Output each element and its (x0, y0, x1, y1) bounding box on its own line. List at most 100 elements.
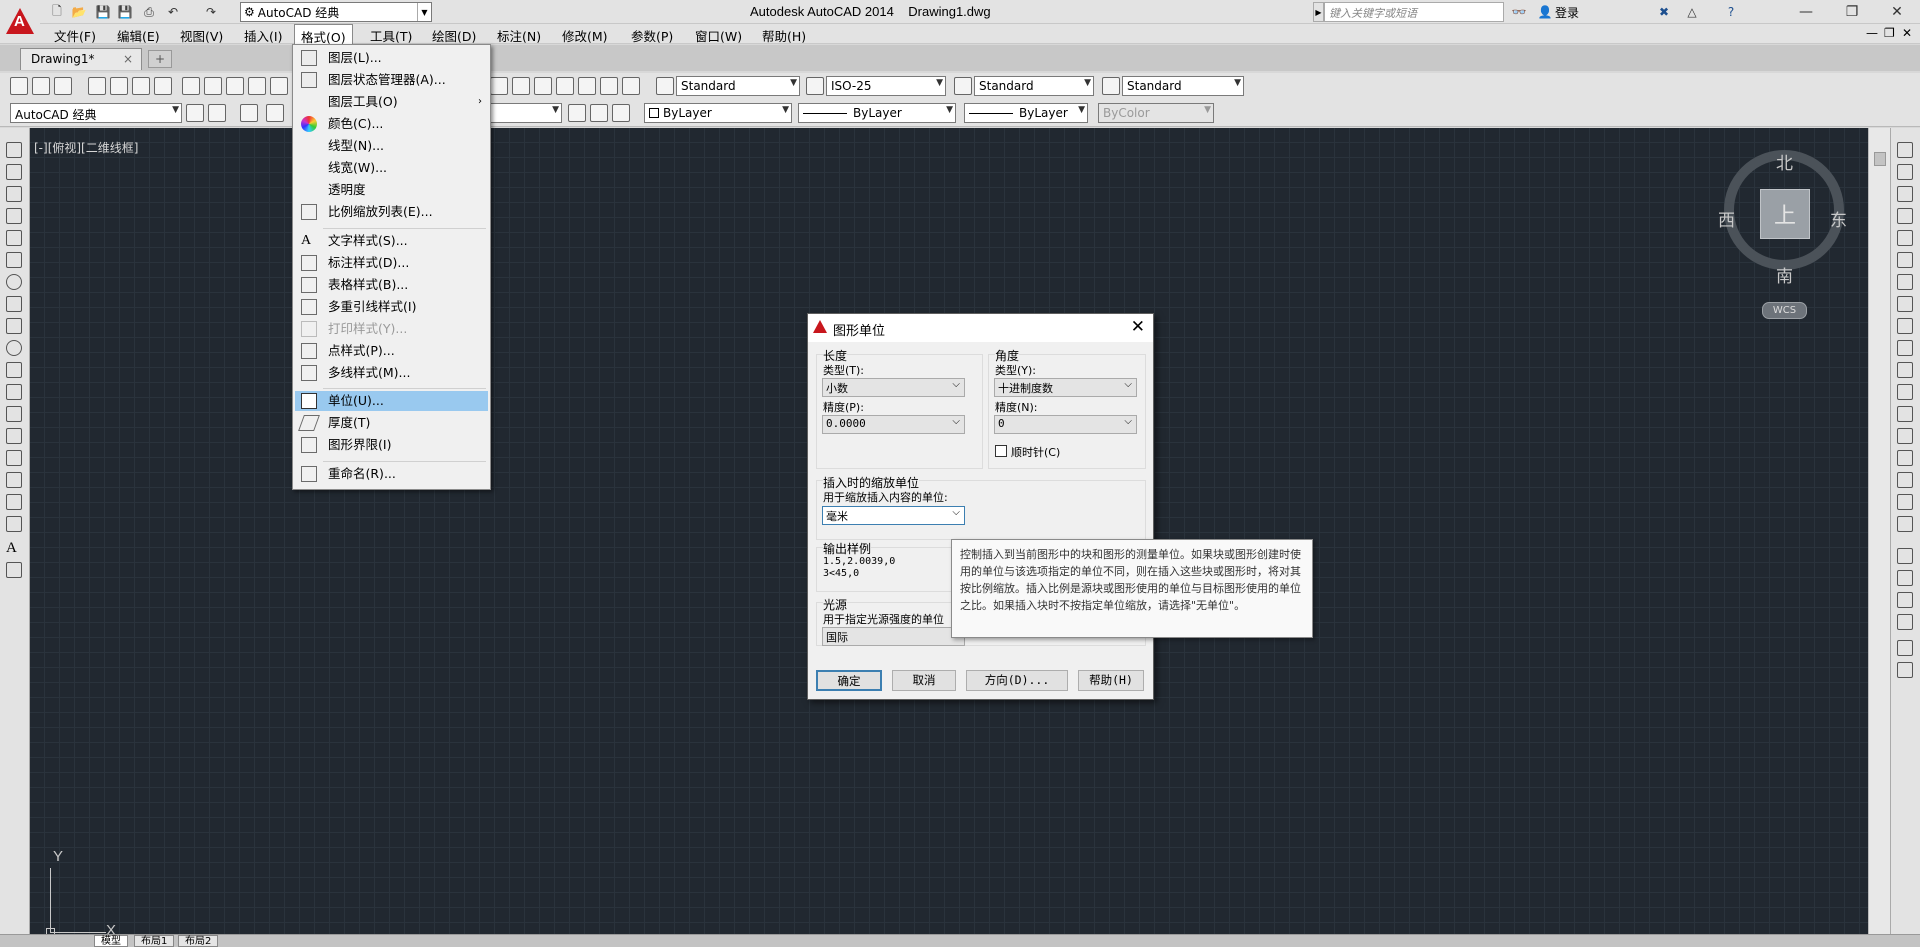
help-icon[interactable]: ? (1722, 3, 1740, 21)
circle-tool-icon[interactable] (6, 274, 22, 290)
copy-tool-icon[interactable] (1897, 164, 1913, 180)
array-tool-icon[interactable] (1897, 230, 1913, 246)
menu-item-table-style[interactable]: 表格样式(B)... (295, 275, 488, 295)
compass-north[interactable]: 北 (1776, 149, 1793, 174)
dim-style-select[interactable]: ISO-25 ▼ (826, 76, 946, 96)
angle-type-select[interactable]: 十进制度数 ⌵ (994, 378, 1137, 397)
arc-tool-icon[interactable] (6, 252, 22, 268)
viewcube-top-face[interactable]: 上 (1760, 189, 1810, 239)
send-under-icon[interactable] (1897, 614, 1913, 630)
break-at-point-icon[interactable] (1897, 384, 1913, 400)
hatch-tool-icon[interactable] (6, 450, 22, 466)
scale-tool-icon[interactable] (1897, 296, 1913, 312)
bring-above-icon[interactable] (1897, 592, 1913, 608)
preview-icon[interactable] (110, 77, 128, 95)
search-input[interactable]: 键入关键字或短语 (1324, 2, 1504, 22)
fillet-tool-icon[interactable] (1897, 472, 1913, 488)
join-tool-icon[interactable] (1897, 428, 1913, 444)
stay-connected-icon[interactable]: △ (1683, 3, 1701, 21)
insert-block-icon[interactable] (6, 384, 22, 400)
menu-item-mline-style[interactable]: 多线样式(M)... (295, 363, 488, 383)
menu-item-layer-tools[interactable]: 图层工具(O) › (295, 92, 488, 112)
wcs-menu[interactable]: WCS (1762, 302, 1807, 319)
menu-item-rename[interactable]: 重命名(R)... (295, 464, 488, 484)
user-icon[interactable]: 👤 (1536, 3, 1554, 21)
workspace-settings-icon[interactable] (186, 104, 204, 122)
draworder-icon[interactable] (1897, 548, 1913, 564)
save-as-icon[interactable]: 💾 (116, 3, 134, 21)
login-link[interactable]: 登录 (1555, 4, 1579, 21)
break-tool-icon[interactable] (1897, 406, 1913, 422)
table-tool-icon[interactable] (6, 516, 22, 532)
explode-tool-icon[interactable] (1897, 516, 1913, 532)
ellipse-tool-icon[interactable] (6, 340, 22, 356)
angle-precision-select[interactable]: 0 ⌵ (994, 415, 1137, 434)
compass-south[interactable]: 南 (1776, 262, 1793, 287)
menu-item-layer-state[interactable]: 图层状态管理器(A)... (295, 70, 488, 90)
publish-icon[interactable] (132, 77, 150, 95)
tab-close-icon[interactable]: × (123, 52, 133, 66)
polyline-tool-icon[interactable] (6, 186, 22, 202)
workspace-save-icon[interactable] (208, 104, 226, 122)
mtext-tool-icon[interactable]: A (6, 540, 22, 556)
rectangle-tool-icon[interactable] (6, 230, 22, 246)
text-style-select[interactable]: Standard ▼ (676, 76, 800, 96)
paste-icon[interactable] (226, 77, 244, 95)
help-button[interactable]: 帮助(H) (1078, 670, 1144, 691)
minimize-icon[interactable]: — (1783, 0, 1829, 24)
tab-layout1[interactable]: 布局1 (134, 935, 175, 947)
menu-view[interactable]: 视图(V) (174, 24, 229, 44)
length-precision-select[interactable]: 0.0000 ⌵ (822, 415, 965, 434)
binoculars-icon[interactable]: 👓 (1510, 3, 1528, 21)
design-center-icon[interactable] (534, 77, 552, 95)
workspace-switcher[interactable]: ⚙ AutoCAD 经典 ▼ (240, 2, 432, 22)
layer-properties-icon[interactable] (240, 104, 258, 122)
menu-item-dim-style[interactable]: 标注样式(D)... (295, 253, 488, 273)
application-menu-button[interactable] (0, 0, 40, 42)
move-tool-icon[interactable] (1897, 252, 1913, 268)
ok-button[interactable]: 确定 (816, 670, 882, 691)
3dprint-icon[interactable] (154, 77, 172, 95)
lineweight-select[interactable]: ByLayer ▼ (964, 103, 1088, 123)
vertical-scrollbar[interactable] (1868, 128, 1890, 934)
make-current-layer-icon[interactable] (568, 104, 586, 122)
extend-tool-icon[interactable] (1897, 362, 1913, 378)
direction-button[interactable]: 方向(D)... (966, 670, 1068, 691)
dialog-title-bar[interactable]: 图形单位 ✕ (808, 314, 1153, 342)
menu-item-mleader-style[interactable]: 多重引线样式(I) (295, 297, 488, 317)
menu-modify[interactable]: 修改(M) (556, 24, 614, 44)
search-expand-icon[interactable]: ▶ (1313, 2, 1324, 22)
copy-icon[interactable] (204, 77, 222, 95)
plot-icon[interactable] (88, 77, 106, 95)
lighting-units-select[interactable]: 国际⌵ (822, 627, 965, 646)
calculator-icon[interactable] (622, 77, 640, 95)
cut-icon[interactable] (182, 77, 200, 95)
exchange-apps-icon[interactable]: ✖ (1655, 3, 1673, 21)
menu-item-scale-list[interactable]: 比例缩放列表(E)... (295, 202, 488, 222)
menu-format[interactable]: 格式(O) (294, 24, 353, 45)
qnew-icon[interactable] (10, 77, 28, 95)
match-properties-icon[interactable] (248, 77, 266, 95)
make-block-icon[interactable] (6, 406, 22, 422)
insertion-units-select[interactable]: 毫米 ⌵ (822, 506, 965, 525)
compass-east[interactable]: 东 (1830, 206, 1847, 231)
menu-file[interactable]: 文件(F) (48, 24, 102, 44)
table-style-select[interactable]: Standard ▼ (974, 76, 1094, 96)
menu-help[interactable]: 帮助(H) (756, 24, 812, 44)
length-type-select[interactable]: 小数 ⌵ (822, 378, 965, 397)
layer-select[interactable]: ▼ (490, 103, 562, 123)
zoom-icon[interactable] (490, 77, 508, 95)
linetype-select[interactable]: ByLayer ▼ (798, 103, 956, 123)
revcloud-tool-icon[interactable] (6, 296, 22, 312)
doc-restore-icon[interactable]: ❐ (1884, 26, 1895, 40)
menu-edit[interactable]: 编辑(E) (111, 24, 166, 44)
doc-close-icon[interactable]: ✕ (1902, 26, 1912, 40)
menu-item-color[interactable]: 颜色(C)... (295, 114, 488, 134)
menu-parametric[interactable]: 参数(P) (625, 24, 679, 44)
undo-icon[interactable]: ↶ (164, 3, 182, 21)
menu-item-layer[interactable]: 图层(L)... (295, 48, 488, 68)
sheet-set-icon[interactable] (578, 77, 596, 95)
add-selected-icon[interactable] (6, 562, 22, 578)
color-select[interactable]: ByLayer ▼ (644, 103, 792, 123)
workspace-select[interactable]: AutoCAD 经典 ▼ (10, 103, 182, 123)
